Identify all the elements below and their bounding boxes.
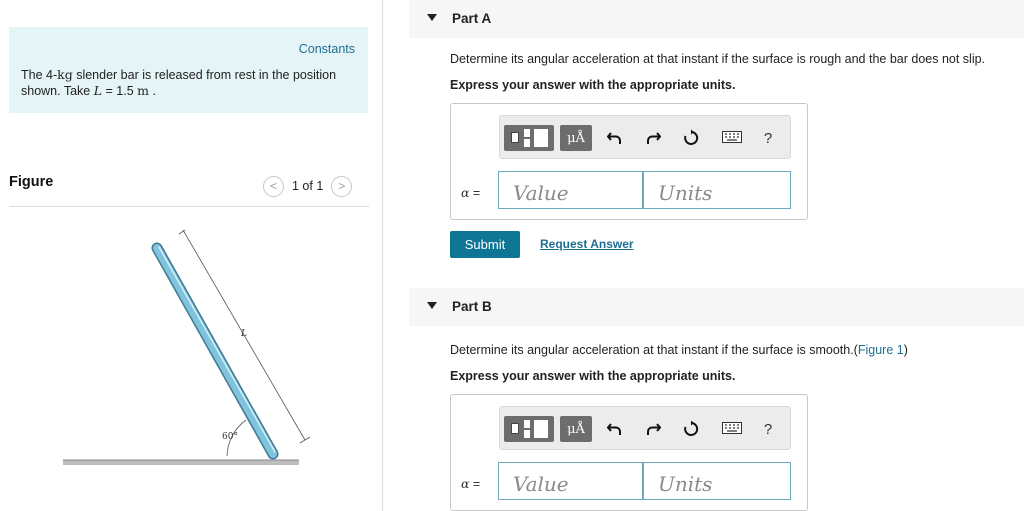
question-text: ) <box>903 343 908 357</box>
reset-icon[interactable] <box>680 418 702 440</box>
part-b-header[interactable]: Part B <box>409 288 1024 326</box>
request-answer-link[interactable]: Request Answer <box>540 237 634 251</box>
dimension-tick <box>178 230 186 235</box>
alpha-label: α = <box>461 185 480 200</box>
keyboard-icon[interactable] <box>722 130 742 144</box>
question-text: Determine its angular acceleration at th… <box>450 343 858 357</box>
part-b-title: Part B <box>452 299 492 314</box>
unit-kg: kg <box>57 67 73 82</box>
part-a-header[interactable]: Part A <box>409 0 1024 38</box>
part-a-answer-box: μÅ ? α = <box>450 103 808 220</box>
part-a-title: Part A <box>452 11 492 26</box>
equals-sign: = <box>469 186 481 200</box>
template-icon[interactable] <box>504 416 554 442</box>
part-a-instruction: Express your answer with the appropriate… <box>450 78 736 92</box>
length-label: L <box>240 329 247 339</box>
collapse-caret-icon[interactable] <box>427 302 437 309</box>
submit-button[interactable]: Submit <box>450 231 520 258</box>
keyboard-icon[interactable] <box>722 421 742 435</box>
redo-icon[interactable] <box>642 127 664 149</box>
answer-toolbar: μÅ ? <box>499 115 791 159</box>
part-a-question: Determine its angular acceleration at th… <box>450 52 986 66</box>
answer-toolbar: μÅ ? <box>499 406 791 450</box>
alpha-label: α = <box>461 476 480 491</box>
problem-text: The 4- <box>21 68 58 82</box>
units-icon[interactable]: μÅ <box>560 416 592 442</box>
prev-figure-button[interactable]: < <box>263 175 284 197</box>
column-divider <box>382 0 383 511</box>
next-figure-button[interactable]: > <box>331 175 353 197</box>
constants-link[interactable]: Constants <box>299 42 355 56</box>
redo-icon[interactable] <box>642 418 664 440</box>
undo-icon[interactable] <box>604 127 626 149</box>
dimension-tick <box>299 436 311 444</box>
units-icon[interactable]: μÅ <box>560 125 592 151</box>
template-icon[interactable] <box>504 125 554 151</box>
part-b-question: Determine its angular acceleration at th… <box>450 343 908 357</box>
chevron-right-icon: > <box>338 179 346 193</box>
units-input[interactable] <box>643 171 791 209</box>
figure-link[interactable]: Figure 1 <box>858 343 904 357</box>
undo-icon[interactable] <box>604 418 626 440</box>
variable-L: L <box>93 83 103 98</box>
constants-panel: Constants The 4-kg slender bar is releas… <box>9 27 368 113</box>
figure-pager: < 1 of 1 > <box>263 175 353 197</box>
help-icon[interactable]: ? <box>758 417 778 441</box>
figure-page-indicator: 1 of 1 <box>292 179 324 193</box>
collapse-caret-icon[interactable] <box>427 14 437 21</box>
angle-label: 60° <box>222 432 238 442</box>
problem-statement: The 4-kg slender bar is released from re… <box>21 67 366 99</box>
problem-text: = 1.5 <box>102 84 138 98</box>
equals-sign: = <box>469 477 481 491</box>
reset-icon[interactable] <box>680 127 702 149</box>
figure-divider <box>9 206 369 207</box>
problem-text: . <box>149 84 156 98</box>
figure-title: Figure <box>9 174 54 190</box>
value-input[interactable] <box>498 171 643 209</box>
ground <box>63 460 299 465</box>
bar-highlight <box>158 246 276 453</box>
chevron-left-icon: < <box>269 179 277 193</box>
value-input[interactable] <box>498 462 643 500</box>
units-input[interactable] <box>643 462 791 500</box>
bar-figure: L 60° <box>63 230 311 465</box>
part-b-answer-box: μÅ ? α = <box>450 394 808 511</box>
slender-bar <box>153 244 277 458</box>
part-b-instruction: Express your answer with the appropriate… <box>450 369 736 383</box>
help-icon[interactable]: ? <box>758 126 778 150</box>
unit-m: m <box>137 83 150 98</box>
